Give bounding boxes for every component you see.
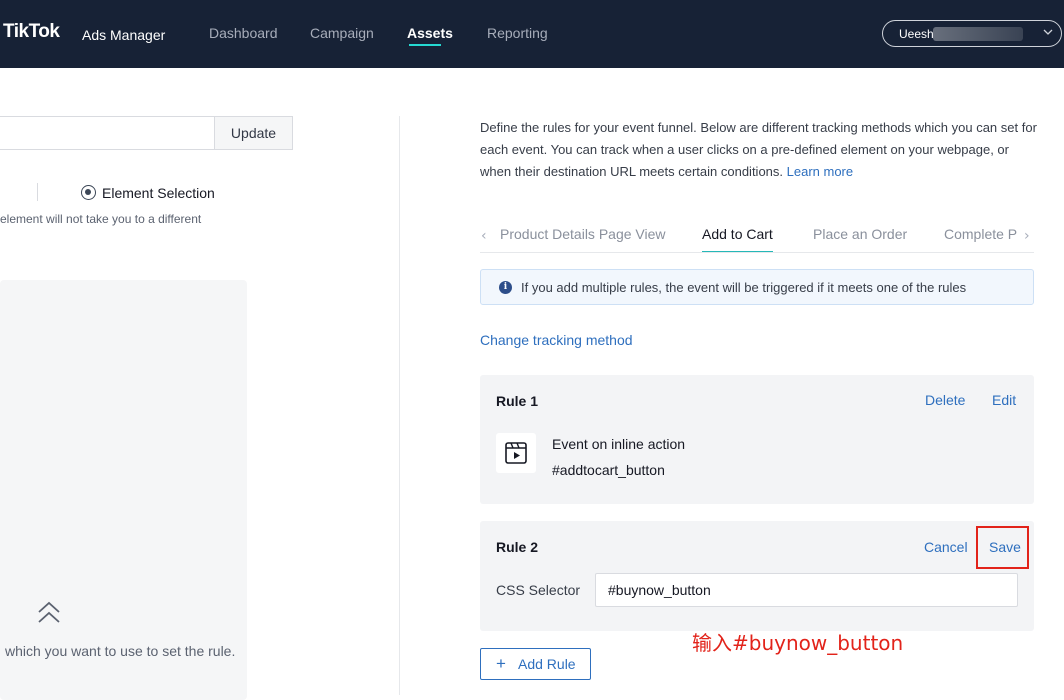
tab-product-details[interactable]: Product Details Page View	[500, 226, 666, 242]
element-selection-radio[interactable]	[81, 185, 96, 200]
account-switcher[interactable]: Ueesh	[882, 20, 1062, 47]
account-name: Ueesh	[899, 27, 934, 41]
plus-icon: +	[496, 654, 506, 673]
nav-active-underline	[409, 44, 441, 46]
rule-2-cancel-button[interactable]: Cancel	[924, 539, 968, 555]
rule-1-delete-button[interactable]: Delete	[925, 392, 965, 408]
tab-clip: Complete Payment	[940, 220, 1017, 250]
learn-more-link[interactable]: Learn more	[787, 164, 853, 179]
chevron-left-icon[interactable]: ‹	[481, 229, 491, 243]
chevron-down-icon	[1043, 29, 1053, 35]
tab-complete-payment[interactable]: Complete Payment	[944, 226, 1017, 242]
rules-description: Define the rules for your event funnel. …	[480, 117, 1040, 183]
panel-divider	[399, 116, 400, 695]
tiktok-logo[interactable]: TikTok	[3, 21, 60, 43]
page-preview-area[interactable]	[0, 280, 247, 700]
tab-place-order[interactable]: Place an Order	[813, 226, 907, 242]
change-tracking-method-link[interactable]: Change tracking method	[480, 332, 633, 348]
double-chevron-up-icon[interactable]	[36, 600, 62, 626]
top-nav-bar: TikTok Ads Manager Dashboard Campaign As…	[0, 0, 1064, 68]
account-name-redacted	[933, 27, 1023, 41]
rule-1-card: Rule 1 Delete Edit Event on inline actio…	[480, 375, 1034, 504]
description-text: Define the rules for your event funnel. …	[480, 120, 1037, 179]
css-selector-input[interactable]: #buynow_button	[595, 573, 1018, 607]
add-rule-label: Add Rule	[518, 656, 576, 672]
nav-campaign[interactable]: Campaign	[310, 25, 374, 41]
rule-1-icon-box	[496, 433, 536, 473]
rule-2-title: Rule 2	[496, 539, 539, 555]
tab-add-to-cart[interactable]: Add to Cart	[702, 226, 773, 242]
nav-reporting[interactable]: Reporting	[487, 25, 548, 41]
nav-dashboard[interactable]: Dashboard	[209, 25, 278, 41]
annotation-text: 输入#buynow_button	[692, 631, 904, 655]
chevron-right-icon[interactable]: ›	[1024, 229, 1034, 243]
css-selector-label: CSS Selector	[496, 582, 581, 598]
update-button[interactable]: Update	[214, 116, 293, 150]
rule-2-card: Rule 2 Cancel Save CSS Selector #buynow_…	[480, 521, 1034, 631]
radio-divider	[37, 183, 38, 201]
rule-1-edit-button[interactable]: Edit	[992, 392, 1016, 408]
add-rule-button[interactable]: + Add Rule	[480, 648, 591, 680]
element-selection-hint: element will not take you to a different	[0, 212, 202, 226]
element-selection-label[interactable]: Element Selection	[102, 185, 215, 201]
url-input[interactable]	[0, 116, 214, 150]
tabs-baseline	[480, 252, 1034, 253]
rule-1-title: Rule 1	[496, 393, 539, 409]
preview-instruction: which you want to use to set the rule.	[5, 643, 236, 659]
info-icon: i	[499, 281, 512, 294]
nav-assets[interactable]: Assets	[407, 25, 453, 41]
info-banner: i If you add multiple rules, the event w…	[480, 269, 1034, 305]
rule-1-selector: #addtocart_button	[552, 462, 665, 478]
ads-manager-label: Ads Manager	[82, 27, 166, 43]
rule-2-save-button[interactable]: Save	[989, 539, 1021, 555]
rule-1-type: Event on inline action	[552, 436, 686, 452]
video-play-icon	[505, 442, 527, 464]
info-text: If you add multiple rules, the event wil…	[521, 280, 967, 295]
